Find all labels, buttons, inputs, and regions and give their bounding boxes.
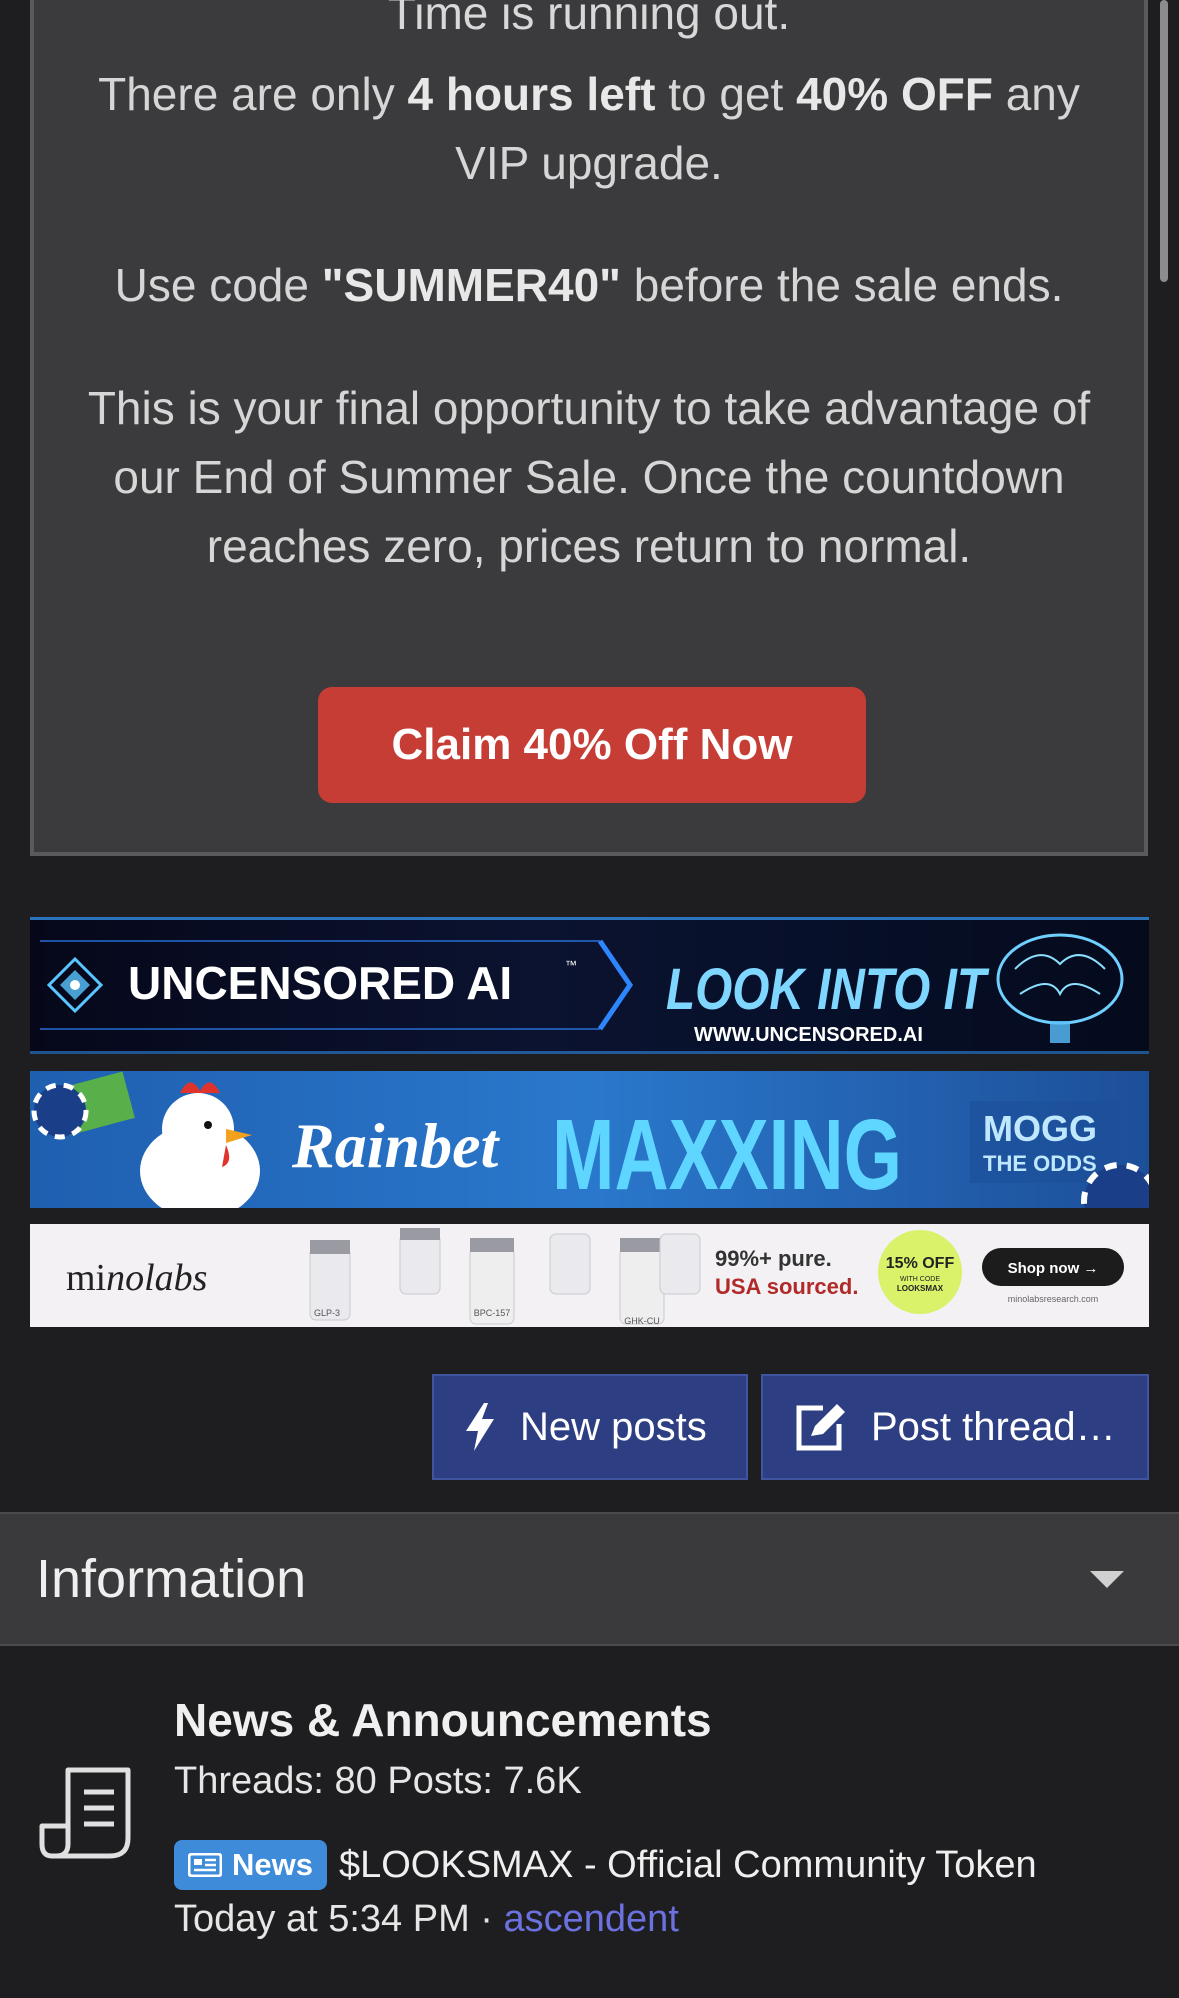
latest-thread-time[interactable]: Today at 5:34 PM [174, 1898, 470, 1940]
purity-text: 99%+ pure. [715, 1246, 832, 1271]
minolabs-url: minolabsresearch.com [1008, 1294, 1099, 1304]
uncensored-ai-banner[interactable]: UNCENSORED AI ™ LOOK INTO IT WWW.UNCENSO… [30, 917, 1149, 1054]
post-thread-label: Post thread… [871, 1404, 1116, 1449]
latest-thread-meta: Today at 5:34 PM · ascendent [174, 1898, 679, 1941]
promo-text: Use code [114, 259, 322, 311]
new-posts-button[interactable]: New posts [432, 1374, 748, 1480]
the-odds-text: THE ODDS [983, 1151, 1097, 1176]
collapse-caret-icon[interactable] [1090, 1571, 1124, 1588]
promo-line-code: Use code "SUMMER40" before the sale ends… [64, 251, 1114, 320]
forum-title-link[interactable]: News & Announcements [174, 1693, 712, 1747]
page-scrollbar[interactable] [1160, 0, 1168, 282]
trademark-text: ™ [565, 958, 577, 972]
section-title: Information [36, 1549, 307, 1609]
vial-label-glp3: GLP-3 [314, 1308, 340, 1318]
minolabs-art: minolabs GLP-3 BPC-157 GHK-CU 99%+ pure.… [66, 1228, 1124, 1326]
information-section-header[interactable]: Information [0, 1512, 1179, 1646]
vial-label-bpc157: BPC-157 [474, 1308, 511, 1318]
mogg-text: MOGG [983, 1108, 1097, 1149]
promo-discount: 40% OFF [796, 68, 993, 120]
badge-code: LOOKSMAX [897, 1284, 944, 1293]
rainbet-banner[interactable]: Rainbet MAXXING MOGG THE ODDS [30, 1071, 1149, 1208]
minolabs-logo-text: minolabs [66, 1257, 207, 1299]
promo-line-final: This is your final opportunity to take a… [87, 382, 1091, 572]
rainbet-art: Rainbet MAXXING MOGG THE ODDS [31, 1071, 1149, 1208]
promo-heading-cut: Time is running out. [387, 0, 791, 39]
new-posts-label: New posts [520, 1404, 707, 1449]
vip-sale-promo: Time is running out. There are only 4 ho… [30, 0, 1148, 856]
forum-stats: Threads: 80 Posts: 7.6K [174, 1760, 582, 1802]
promo-text: to get [655, 68, 797, 120]
meta-separator: · [480, 1898, 493, 1940]
news-prefix-badge[interactable]: News [174, 1840, 327, 1890]
forum-document-icon [39, 1767, 131, 1859]
uncensored-url: WWW.UNCENSORED.AI [694, 1024, 923, 1046]
vial-label-ghkcu: GHK-CU [624, 1316, 660, 1326]
promo-line-hours: There are only 4 hours left to get 40% O… [64, 60, 1114, 198]
badge-with-code: WITH CODE [900, 1276, 940, 1283]
promo-hours-left: 4 hours left [407, 68, 656, 120]
discount-burst-icon: 15% OFF WITH CODE LOOKSMAX [878, 1230, 962, 1314]
latest-thread-author[interactable]: ascendent [504, 1898, 679, 1940]
claim-discount-button[interactable]: Claim 40% Off Now [318, 687, 866, 803]
shop-now-cta: Shop now → [1008, 1260, 1099, 1277]
post-thread-button[interactable]: Post thread… [761, 1374, 1149, 1480]
look-into-it-text: LOOK INTO IT [666, 957, 990, 1022]
lightning-icon [466, 1403, 494, 1451]
edit-icon [796, 1404, 845, 1451]
promo-code: "SUMMER40" [321, 259, 621, 311]
uncensored-ai-text: UNCENSORED AI [128, 957, 512, 1009]
usa-sourced-text: USA sourced. [715, 1274, 858, 1299]
latest-thread-link[interactable]: $LOOKSMAX - Official Community Token [339, 1844, 1037, 1887]
minolabs-banner[interactable]: minolabs GLP-3 BPC-157 GHK-CU 99%+ pure.… [30, 1224, 1149, 1327]
brain-icon [996, 933, 1124, 1043]
promo-text: There are only [98, 68, 408, 120]
latest-thread-row: News $LOOKSMAX - Official Community Toke… [174, 1840, 1037, 1890]
rainbet-logo-text: Rainbet [291, 1110, 500, 1181]
promo-text: before the sale ends. [620, 259, 1064, 311]
maxxing-text: MAXXING [552, 1099, 902, 1208]
badge-15-off: 15% OFF [886, 1255, 955, 1272]
newspaper-icon [188, 1853, 222, 1877]
diamond-logo-icon [46, 956, 104, 1014]
uncensored-ai-art: UNCENSORED AI ™ LOOK INTO IT WWW.UNCENSO… [30, 917, 1149, 1054]
news-badge-label: News [232, 1847, 313, 1882]
